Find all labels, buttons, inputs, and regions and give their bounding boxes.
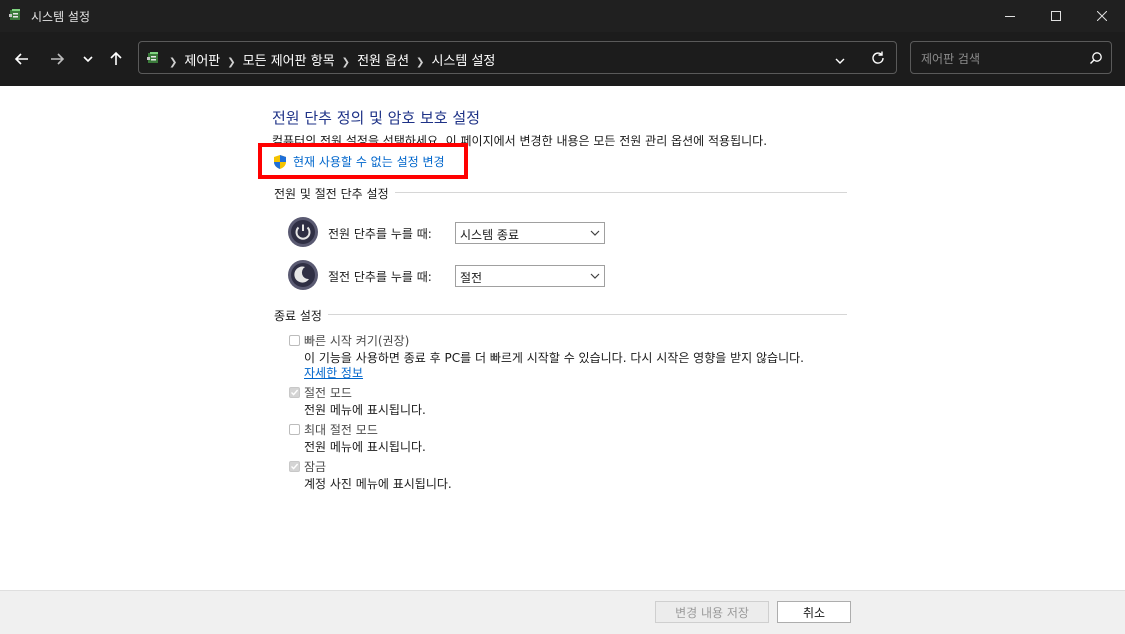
chevron-down-icon <box>590 230 600 236</box>
lock-checkbox[interactable] <box>289 461 300 472</box>
breadcrumb-separator-icon[interactable]: ❯ <box>416 57 424 68</box>
sleep-mode-description: 전원 메뉴에 표시됩니다. <box>304 403 426 417</box>
chevron-down-icon <box>835 58 845 64</box>
arrow-left-icon <box>14 53 28 65</box>
fast-startup-label: 빠른 시작 켜기(권장) <box>304 334 410 348</box>
recent-locations-button[interactable] <box>76 47 100 71</box>
group-divider <box>274 314 847 315</box>
minimize-button[interactable] <box>987 0 1033 32</box>
breadcrumb-item[interactable]: 모든 제어판 항목 <box>243 50 335 69</box>
checkmark-icon <box>291 389 299 396</box>
sleep-button-icon <box>288 260 318 290</box>
close-button[interactable] <box>1079 0 1125 32</box>
more-info-link[interactable]: 자세한 정보 <box>304 364 363 381</box>
window-title: 시스템 설정 <box>31 10 91 24</box>
breadcrumb-item[interactable]: 전원 옵션 <box>357 50 409 69</box>
arrow-up-icon <box>110 51 122 65</box>
system-settings-window: 시스템 설정 ❯ 제어판 ❯ 모든 제어판 항목 ❯ 전원 옵션 ❯ 시스템 설… <box>0 0 1125 634</box>
forward-button[interactable] <box>45 47 69 71</box>
sleep-button-action-value: 절전 <box>460 271 483 285</box>
control-panel-app-icon <box>9 9 20 20</box>
sleep-mode-checkbox[interactable] <box>289 387 300 398</box>
power-buttons-group-heading: 전원 및 절전 단추 설정 <box>274 185 395 202</box>
fast-startup-checkbox[interactable] <box>289 335 300 346</box>
footer-bar: 변경 내용 저장 취소 <box>0 590 1125 634</box>
sleep-button-label: 절전 단추를 누를 때: <box>328 270 432 284</box>
checkmark-icon <box>291 463 299 470</box>
breadcrumb-separator-icon[interactable]: ❯ <box>227 57 235 68</box>
cancel-button[interactable]: 취소 <box>777 601 851 623</box>
breadcrumb-item[interactable]: 제어판 <box>184 50 220 69</box>
arrow-right-icon <box>51 53 65 65</box>
shutdown-group-heading: 종료 설정 <box>274 307 328 324</box>
chevron-down-icon <box>590 273 600 279</box>
address-dropdown-button[interactable] <box>834 52 846 71</box>
power-button-action-value: 시스템 종료 <box>460 228 520 242</box>
search-box[interactable]: 제어판 검색 <box>910 41 1112 74</box>
hibernate-checkbox[interactable] <box>289 424 300 435</box>
breadcrumb-separator-icon[interactable]: ❯ <box>342 57 350 68</box>
sleep-mode-label: 절전 모드 <box>304 386 352 400</box>
search-placeholder: 제어판 검색 <box>921 52 981 66</box>
chevron-down-icon <box>83 56 93 63</box>
breadcrumb-separator-icon: ❯ <box>169 57 178 68</box>
hibernate-label: 최대 절전 모드 <box>304 423 378 437</box>
page-title: 전원 단추 정의 및 암호 보호 설정 <box>272 109 481 127</box>
sleep-button-action-select[interactable]: 절전 <box>455 265 605 287</box>
power-button-action-select[interactable]: 시스템 종료 <box>455 222 605 244</box>
lock-label: 잠금 <box>304 460 327 474</box>
refresh-button[interactable] <box>870 50 886 70</box>
hibernate-description: 전원 메뉴에 표시됩니다. <box>304 440 426 454</box>
breadcrumb: ❯ 제어판 ❯ 모든 제어판 항목 ❯ 전원 옵션 ❯ 시스템 설정 <box>169 50 495 69</box>
up-button[interactable] <box>104 47 128 71</box>
search-icon[interactable] <box>1089 51 1103 65</box>
title-bar: 시스템 설정 <box>0 0 1125 32</box>
maximize-button[interactable] <box>1033 0 1079 32</box>
power-button-label: 전원 단추를 누를 때: <box>328 227 432 241</box>
main-content: 전원 단추 정의 및 암호 보호 설정 컴퓨터의 전원 설정을 선택하세요. 이… <box>0 86 1125 590</box>
save-changes-button[interactable]: 변경 내용 저장 <box>655 601 769 623</box>
close-icon <box>1097 11 1107 21</box>
lock-description: 계정 사진 메뉴에 표시됩니다. <box>304 477 452 491</box>
fast-startup-description: 이 기능을 사용하면 종료 후 PC를 더 빠르게 시작할 수 있습니다. 다시… <box>304 351 804 365</box>
refresh-icon <box>872 51 884 64</box>
navigation-bar: ❯ 제어판 ❯ 모든 제어판 항목 ❯ 전원 옵션 ❯ 시스템 설정 제어판 검색 <box>0 32 1125 86</box>
minimize-icon <box>1005 16 1015 17</box>
power-button-icon <box>288 217 318 247</box>
back-button[interactable] <box>10 47 34 71</box>
save-changes-label: 변경 내용 저장 <box>675 605 749 620</box>
cancel-label: 취소 <box>802 605 826 620</box>
breadcrumb-item[interactable]: 시스템 설정 <box>431 50 495 69</box>
control-panel-icon <box>147 52 158 63</box>
address-bar[interactable]: ❯ 제어판 ❯ 모든 제어판 항목 ❯ 전원 옵션 ❯ 시스템 설정 <box>138 41 897 74</box>
maximize-icon <box>1051 11 1061 21</box>
highlight-box <box>258 143 468 179</box>
